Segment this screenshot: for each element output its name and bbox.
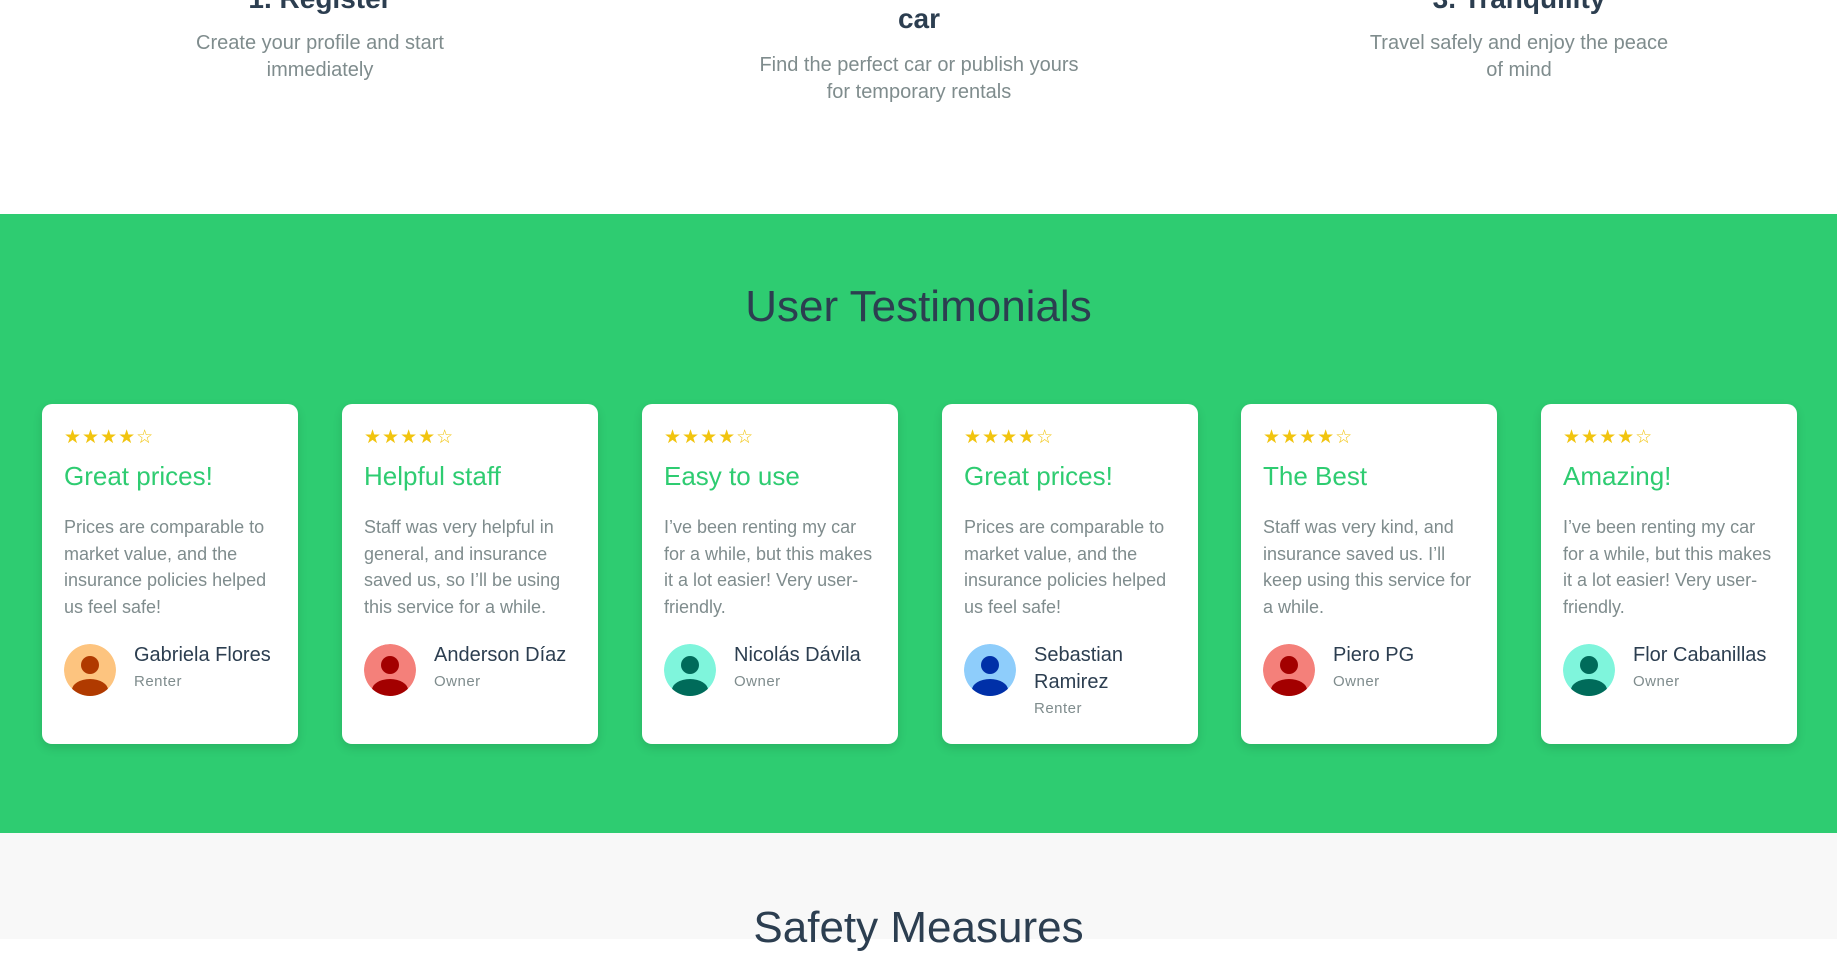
testimonial-card: ★★★★☆ Easy to use I’ve been renting my c… (642, 404, 898, 744)
steps-section: 1. Register Create your profile and star… (0, 0, 1837, 214)
testimonial-text: Prices are comparable to market value, a… (964, 517, 1167, 617)
author-role: Owner (1333, 673, 1380, 690)
step-register: 1. Register Create your profile and star… (160, 0, 480, 84)
avatar-icon (964, 644, 1016, 696)
rating-stars: ★★★★☆ (1263, 427, 1354, 448)
author-role: Owner (734, 673, 781, 690)
testimonial-text: Prices are comparable to market value, a… (64, 517, 267, 617)
testimonial-title: Great prices! (64, 461, 213, 491)
step-description: Create your profile and start immediatel… (196, 32, 444, 81)
rating-stars: ★★★★☆ (64, 427, 155, 448)
step-tranquility: 3. Tranquility Travel safely and enjoy t… (1359, 0, 1679, 84)
testimonial-author: Nicolás Dávila Owner (664, 642, 894, 696)
testimonial-title: Easy to use (664, 461, 800, 491)
rating-stars: ★★★★☆ (664, 427, 755, 448)
testimonial-author: Flor Cabanillas Owner (1563, 642, 1793, 696)
section-title: User Testimonials (745, 282, 1092, 331)
testimonial-card: ★★★★☆ Helpful staff Staff was very helpf… (342, 404, 598, 744)
rating-stars: ★★★★☆ (1563, 427, 1654, 448)
testimonial-title: Helpful staff (364, 461, 501, 491)
testimonial-text: I’ve been renting my car for a while, bu… (664, 517, 873, 617)
author-name: Nicolás Dávila (734, 644, 861, 666)
author-role: Renter (134, 673, 183, 690)
step-title: 1. Register (160, 0, 480, 16)
avatar-icon (1263, 644, 1315, 696)
testimonial-text: Staff was very helpful in general, and i… (364, 517, 561, 617)
testimonial-author: Anderson Díaz Owner (364, 642, 594, 696)
author-role: Owner (1633, 673, 1680, 690)
testimonial-card: ★★★★☆ The Best Staff was very kind, and … (1241, 404, 1497, 744)
step-description: Find the perfect car or publish yours fo… (759, 54, 1079, 103)
safety-section: Safety Measures (0, 833, 1837, 952)
testimonial-author: Gabriela Flores Renter (64, 642, 294, 696)
testimonial-text: I’ve been renting my car for a while, bu… (1563, 517, 1772, 617)
step-description: Travel safely and enjoy the peace of min… (1369, 32, 1669, 81)
author-name: Anderson Díaz (434, 644, 567, 666)
section-title: Safety Measures (753, 903, 1084, 952)
testimonial-author: Sebastian Ramirez Renter (964, 642, 1194, 717)
author-role: Owner (434, 673, 481, 690)
testimonial-author: Piero PG Owner (1263, 642, 1493, 696)
author-name: Piero PG (1333, 644, 1415, 666)
testimonial-card: ★★★★☆ Great prices! Prices are comparabl… (942, 404, 1198, 744)
testimonial-text: Staff was very kind, and insurance saved… (1263, 517, 1472, 617)
testimonial-title: The Best (1263, 461, 1368, 491)
testimonial-card: ★★★★☆ Great prices! Prices are comparabl… (42, 404, 298, 744)
author-role: Renter (1034, 700, 1083, 717)
avatar-icon (1563, 644, 1615, 696)
avatar-icon (364, 644, 416, 696)
avatar-icon (64, 644, 116, 696)
step-title: car (897, 3, 941, 34)
testimonial-title: Amazing! (1563, 461, 1672, 491)
author-name: Flor Cabanillas (1633, 644, 1767, 666)
step-find-car: car Find the perfect car or publish your… (759, 2, 1079, 106)
author-name: Sebastian Ramirez (1034, 644, 1123, 693)
testimonial-card: ★★★★☆ Amazing! I’ve been renting my car … (1541, 404, 1797, 744)
rating-stars: ★★★★☆ (964, 427, 1055, 448)
avatar-icon (664, 644, 716, 696)
step-title: 3. Tranquility (1359, 0, 1679, 16)
author-name: Gabriela Flores (134, 644, 271, 666)
testimonials-section: User Testimonials ★★★★☆ Great prices! Pr… (0, 214, 1837, 833)
testimonial-title: Great prices! (964, 461, 1113, 491)
rating-stars: ★★★★☆ (364, 427, 455, 448)
